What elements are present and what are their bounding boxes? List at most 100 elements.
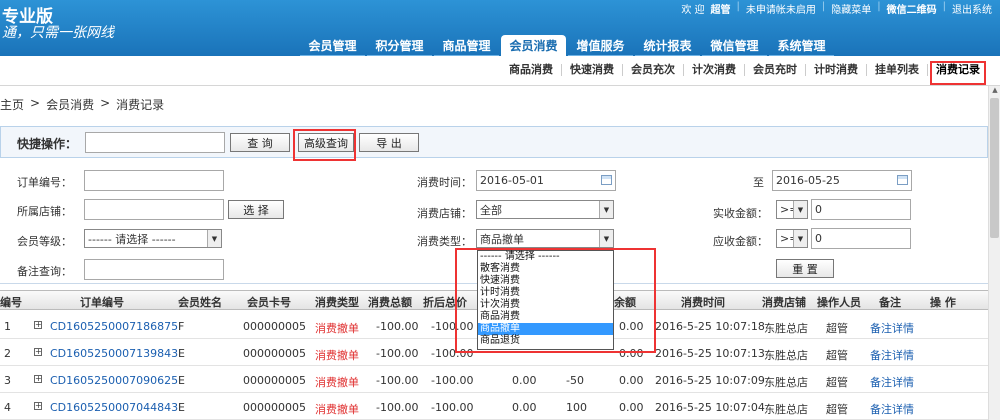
col-total: 消费总额 [368, 296, 412, 309]
cell-total: -100.00 [376, 401, 419, 414]
chevron-down-icon[interactable]: ▼ [599, 201, 613, 218]
col-member-name: 会员姓名 [178, 296, 222, 309]
subnav-count-consumption[interactable]: 计次消费 [684, 64, 745, 76]
dropdown-option[interactable]: ------ 请选择 ------ [478, 251, 613, 263]
member-level-select[interactable]: ------ 请选择 ------ ▼ [84, 229, 222, 248]
consume-time-label: 消费时间： [417, 176, 472, 189]
col-balance: 余额 [614, 296, 636, 309]
note-query-input[interactable] [84, 259, 224, 280]
expand-plus-icon[interactable]: + [34, 321, 42, 329]
chevron-down-icon[interactable]: ▼ [793, 230, 807, 247]
quick-search-label: 快捷操作： [17, 137, 78, 151]
subnav-pending-orders[interactable]: 挂单列表 [867, 64, 928, 76]
chevron-down-icon[interactable]: ▼ [599, 230, 613, 247]
consume-time-to-input[interactable]: 2016-05-25 [772, 170, 912, 191]
logout-link[interactable]: 退出系统 [952, 1, 992, 16]
cell-time: 2016-5-25 10:07:09 [655, 374, 765, 387]
subnav-member-recharge-times[interactable]: 会员充次 [623, 64, 684, 76]
consume-time-to-value: 2016-05-25 [776, 174, 840, 187]
choose-store-button[interactable]: 选 择 [228, 200, 284, 219]
due-amount-input[interactable]: 0 [811, 228, 911, 249]
main-nav: 会员管理 积分管理 商品管理 会员消费 增值服务 统计报表 微信管理 系统管理 [300, 35, 836, 56]
tab-product-management[interactable]: 商品管理 [434, 35, 499, 56]
note-detail-link[interactable]: 备注详情 [870, 347, 914, 363]
scrollbar-thumb[interactable] [990, 98, 999, 238]
col-card-no: 会员卡号 [247, 296, 291, 309]
subnav-product-consumption[interactable]: 商品消费 [501, 64, 562, 76]
subnav-consumption-records[interactable]: 消费记录 [928, 64, 988, 76]
cell-operator: 超管 [826, 322, 848, 335]
tab-statistics-reports[interactable]: 统计报表 [635, 35, 700, 56]
tab-member-management[interactable]: 会员管理 [300, 35, 365, 56]
tab-value-added-services[interactable]: 增值服务 [568, 35, 633, 56]
scroll-up-icon[interactable]: ▲ [989, 86, 1000, 98]
consume-shop-select[interactable]: 全部 ▼ [476, 200, 614, 219]
expand-plus-icon[interactable]: + [34, 348, 42, 356]
tab-member-consumption[interactable]: 会员消费 [501, 35, 566, 56]
cell-order-link[interactable]: CD1605250007044843 [50, 401, 178, 414]
query-button[interactable]: 查 询 [230, 133, 290, 152]
cell-total: -100.00 [376, 347, 419, 360]
subnav-time-consumption[interactable]: 计时消费 [806, 64, 867, 76]
dropdown-option[interactable]: 商品退货 [478, 335, 613, 347]
subnav-member-recharge-time[interactable]: 会员充时 [745, 64, 806, 76]
expand-plus-icon[interactable]: + [34, 375, 42, 383]
reset-button[interactable]: 重 置 [776, 259, 834, 278]
expand-plus-icon[interactable]: + [34, 402, 42, 410]
calendar-icon[interactable] [897, 175, 908, 185]
dropdown-option[interactable]: 计时消费 [478, 287, 613, 299]
cell-disc: -100.00 [431, 374, 474, 387]
dropdown-option-selected[interactable]: 商品撤单 [478, 323, 613, 335]
breadcrumb-member-consumption[interactable]: 会员消费 [46, 96, 94, 113]
dropdown-option[interactable]: 商品消费 [478, 311, 613, 323]
due-operator-select[interactable]: >= ▼ [776, 229, 808, 248]
col-no: 编号 [0, 296, 22, 309]
cell-type: 消费撤单 [315, 322, 359, 335]
quick-search-input[interactable] [85, 132, 225, 153]
cell-order-link[interactable]: CD1605250007090625 [50, 374, 178, 387]
wechat-qrcode-link[interactable]: 微信二维码 [887, 1, 937, 16]
calendar-icon[interactable] [601, 175, 612, 185]
cell-order-link[interactable]: CD1605250007139843 [50, 347, 178, 360]
note-detail-link[interactable]: 备注详情 [870, 374, 914, 390]
tab-system-management[interactable]: 系统管理 [769, 35, 834, 56]
cell-no: 2 [4, 347, 11, 360]
page-scrollbar[interactable]: ▲ [988, 86, 1000, 420]
tab-points-management[interactable]: 积分管理 [367, 35, 432, 56]
consume-shop-value: 全部 [480, 203, 502, 217]
export-button[interactable]: 导 出 [359, 133, 419, 152]
chevron-down-icon[interactable]: ▼ [207, 230, 221, 247]
order-no-input[interactable] [84, 170, 224, 191]
note-detail-link[interactable]: 备注详情 [870, 320, 914, 336]
consume-time-from-input[interactable]: 2016-05-01 [476, 170, 616, 191]
breadcrumb-separator: > [30, 96, 41, 110]
cell-balance: 0.00 [619, 347, 644, 360]
dropdown-option[interactable]: 快速消费 [478, 275, 613, 287]
cell-type: 消费撤单 [315, 403, 359, 416]
cell-type: 消费撤单 [315, 349, 359, 362]
advanced-query-button[interactable]: 高级查询 [298, 133, 354, 152]
cell-card: 000000005 [243, 320, 306, 333]
store-label: 所属店铺： [17, 205, 72, 218]
cell-balance: 0.00 [619, 374, 644, 387]
paid-operator-select[interactable]: >= ▼ [776, 200, 808, 219]
tab-wechat-management[interactable]: 微信管理 [702, 35, 767, 56]
consume-type-value: 商品撤单 [480, 232, 524, 246]
cell-order-link[interactable]: CD1605250007186875 [50, 320, 178, 333]
cell-store: 东胜总店 [764, 349, 808, 362]
note-detail-link[interactable]: 备注详情 [870, 401, 914, 417]
dropdown-option[interactable]: 散客消费 [478, 263, 613, 275]
chevron-down-icon[interactable]: ▼ [793, 201, 807, 218]
user-name: 超管 [710, 5, 731, 16]
breadcrumb-home[interactable]: 主页 [0, 96, 24, 113]
cell-time: 2016-5-25 10:07:04 [655, 401, 765, 414]
cell-store: 东胜总店 [764, 403, 808, 416]
subnav-quick-consumption[interactable]: 快速消费 [562, 64, 623, 76]
hide-menu-link[interactable]: 隐藏菜单 [831, 1, 871, 16]
consume-type-select[interactable]: 商品撤单 ▼ [476, 229, 614, 248]
store-input[interactable] [84, 199, 224, 220]
dropdown-option[interactable]: 计次消费 [478, 299, 613, 311]
paid-amount-input[interactable]: 0 [811, 199, 911, 220]
account-status-link[interactable]: 未申请帐未启用 [746, 1, 816, 16]
consume-shop-label: 消费店铺： [417, 207, 472, 220]
